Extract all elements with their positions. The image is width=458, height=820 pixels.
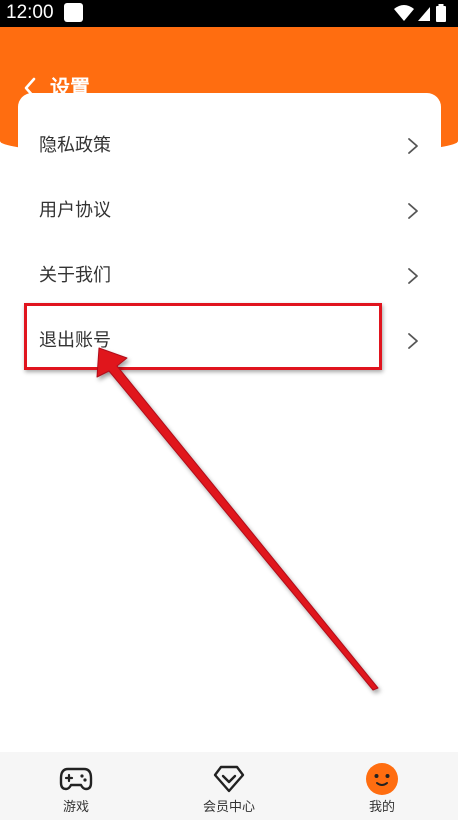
tab-label: 会员中心 [202, 800, 255, 815]
status-time: 12:00 [6, 2, 54, 23]
chevron-right-icon [408, 268, 418, 284]
tab-vip-center[interactable]: 会员中心 [153, 752, 305, 820]
smiley-face-icon [365, 762, 399, 796]
chevron-right-icon [408, 333, 418, 349]
diamond-icon [212, 762, 246, 796]
settings-item-label: 关于我们 [39, 265, 111, 286]
settings-item-label: 用户协议 [39, 200, 111, 221]
status-indicators [392, 3, 452, 24]
bottom-tab-bar: 游戏 会员中心 我的 [0, 752, 458, 820]
battery-icon [436, 4, 446, 22]
wifi-icon [394, 5, 414, 21]
chevron-right-icon [408, 138, 418, 154]
tab-games[interactable]: 游戏 [0, 752, 152, 820]
chevron-right-icon [408, 203, 418, 219]
status-bar: 12:00 [0, 0, 458, 27]
settings-item-logout[interactable]: 退出账号 [18, 308, 441, 373]
notification-app-icon [64, 3, 83, 22]
tab-label: 游戏 [62, 800, 89, 815]
settings-item-about-us[interactable]: 关于我们 [18, 243, 441, 308]
settings-card: 隐私政策 用户协议 关于我们 退出账号 [18, 93, 441, 393]
cellular-signal-icon [418, 7, 430, 21]
gamepad-icon [59, 762, 93, 796]
settings-item-label: 退出账号 [39, 330, 111, 351]
settings-item-label: 隐私政策 [39, 135, 111, 156]
tab-label: 我的 [368, 800, 395, 815]
settings-item-user-agreement[interactable]: 用户协议 [18, 178, 441, 243]
tab-mine[interactable]: 我的 [306, 752, 458, 820]
settings-item-privacy-policy[interactable]: 隐私政策 [18, 113, 441, 178]
